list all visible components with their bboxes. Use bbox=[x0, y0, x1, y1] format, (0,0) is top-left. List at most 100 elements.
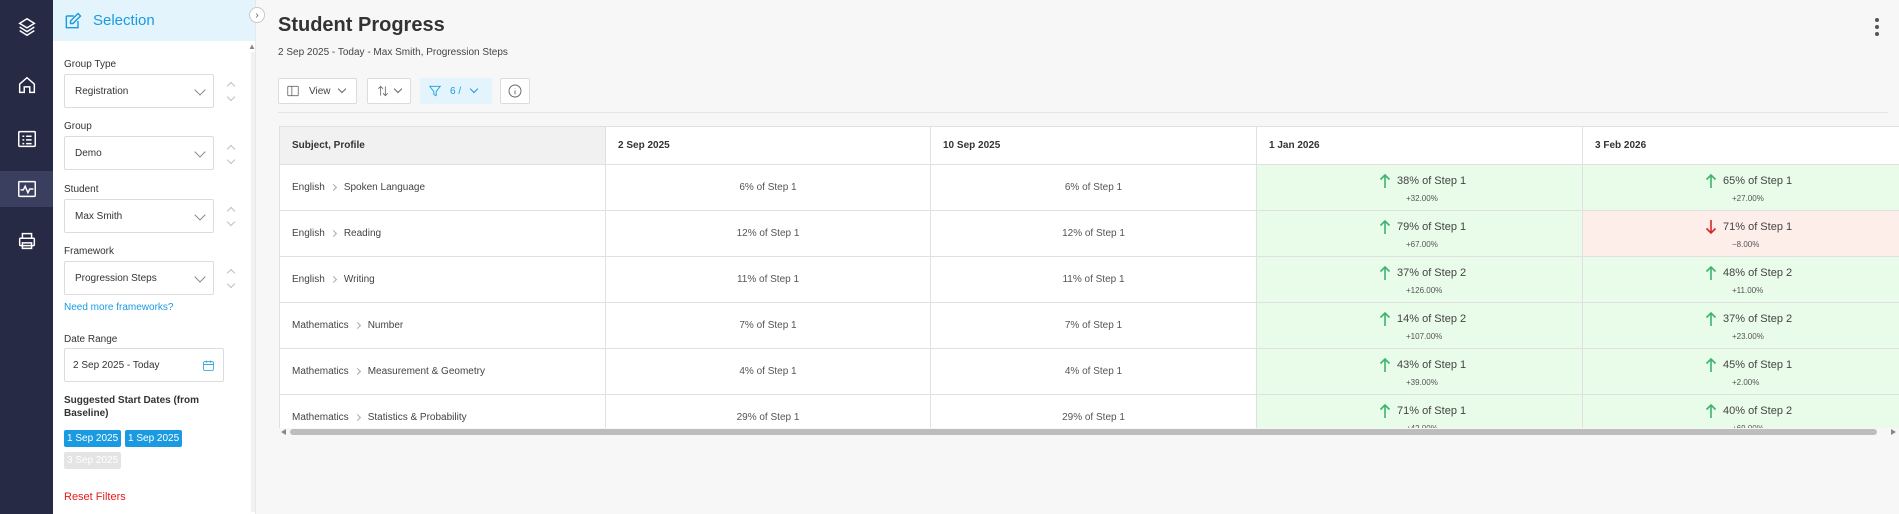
subject-name: English bbox=[292, 228, 325, 239]
progress-delta: +32.00% bbox=[1406, 194, 1438, 203]
horizontal-scrollbar[interactable] bbox=[290, 429, 1877, 435]
subject-cell: Mathematics Statistics & Probability bbox=[280, 395, 606, 428]
suggested-start-dates-label: Suggested Start Dates (from Baseline) bbox=[64, 395, 200, 419]
group-type-label: Group Type bbox=[64, 59, 117, 70]
progress-delta: +67.00% bbox=[1406, 240, 1438, 249]
progress-change-cell: 48% of Step 2 +11.00% bbox=[1583, 257, 1899, 303]
scroll-left-icon[interactable] bbox=[281, 429, 286, 435]
logo-icon[interactable] bbox=[0, 9, 53, 45]
profile-name: Statistics & Probability bbox=[367, 412, 467, 423]
panel-header: Selection bbox=[53, 0, 255, 41]
progress-value: 40% of Step 2 bbox=[1723, 405, 1793, 417]
suggested-date-chip[interactable]: 1 Sep 2025 bbox=[64, 430, 122, 447]
home-icon[interactable] bbox=[0, 67, 53, 103]
arrow-up-icon bbox=[1705, 311, 1717, 326]
printer-icon[interactable] bbox=[0, 223, 53, 259]
group-type-select[interactable]: Registration bbox=[64, 74, 214, 108]
page-subtitle: 2 Sep 2025 - Today - Max Smith, Progress… bbox=[278, 47, 508, 58]
chevron-right-icon bbox=[353, 367, 361, 376]
chevron-down-icon bbox=[393, 84, 403, 94]
date-range-value: 2 Sep 2025 - Today bbox=[73, 359, 160, 371]
progress-value: 38% of Step 1 bbox=[1397, 175, 1467, 187]
columns-icon bbox=[287, 85, 299, 97]
progress-cell: 11% of Step 1 bbox=[931, 257, 1257, 303]
scroll-right-icon[interactable] bbox=[1891, 429, 1896, 435]
progress-delta: +11.00% bbox=[1732, 286, 1764, 295]
framework-select[interactable]: Progression Steps bbox=[64, 261, 214, 295]
progress-delta: +69.00% bbox=[1732, 424, 1764, 428]
more-options-icon[interactable] bbox=[1874, 18, 1880, 38]
progress-cell: 11% of Step 1 bbox=[606, 257, 931, 303]
column-header[interactable]: 10 Sep 2025 bbox=[931, 127, 1257, 165]
progress-change-cell: 38% of Step 1 +32.00% bbox=[1257, 165, 1583, 211]
progress-value: 37% of Step 2 bbox=[1723, 313, 1793, 325]
date-range-label: Date Range bbox=[64, 334, 118, 345]
group-select[interactable]: Demo bbox=[64, 136, 214, 170]
column-header[interactable]: 2 Sep 2025 bbox=[606, 127, 931, 165]
progress-cell: 6% of Step 1 bbox=[931, 165, 1257, 211]
more-frameworks-link[interactable]: Need more frameworks? bbox=[64, 302, 173, 313]
view-button[interactable]: View bbox=[278, 78, 357, 104]
progress-value: 65% of Step 1 bbox=[1723, 175, 1793, 187]
progress-cell: 4% of Step 1 bbox=[606, 349, 931, 395]
arrow-up-icon bbox=[1379, 403, 1391, 418]
reset-filters-link[interactable]: Reset Filters bbox=[64, 491, 126, 503]
student-select[interactable]: Max Smith bbox=[64, 199, 214, 233]
progress-value: 14% of Step 2 bbox=[1397, 313, 1467, 325]
student-value: Max Smith bbox=[75, 210, 123, 222]
arrow-up-icon bbox=[1705, 357, 1717, 372]
progress-change-cell: 37% of Step 2 +126.00% bbox=[1257, 257, 1583, 303]
group-type-stepper[interactable] bbox=[225, 80, 237, 104]
progress-delta: +27.00% bbox=[1732, 194, 1764, 203]
student-stepper[interactable] bbox=[225, 205, 237, 229]
arrow-up-icon bbox=[1705, 173, 1717, 188]
info-icon bbox=[508, 84, 522, 98]
progress-cell: 29% of Step 1 bbox=[606, 395, 931, 428]
panel-scroll-up-icon[interactable]: ▲ bbox=[248, 42, 256, 51]
progress-change-cell: 37% of Step 2 +23.00% bbox=[1583, 303, 1899, 349]
progress-cell: 12% of Step 1 bbox=[606, 211, 931, 257]
progress-change-cell: 71% of Step 1 −8.00% bbox=[1583, 211, 1899, 257]
progress-value: 71% of Step 1 bbox=[1397, 405, 1467, 417]
progress-value: 37% of Step 2 bbox=[1397, 267, 1467, 279]
sort-button[interactable] bbox=[367, 78, 411, 104]
column-header[interactable]: Subject, Profile bbox=[280, 127, 606, 165]
profile-name: Writing bbox=[343, 274, 375, 285]
chevron-right-icon bbox=[329, 229, 337, 238]
arrow-up-icon bbox=[1379, 173, 1391, 188]
chevron-right-icon bbox=[329, 183, 337, 192]
view-button-label: View bbox=[309, 85, 331, 97]
date-range-input[interactable]: 2 Sep 2025 - Today bbox=[64, 348, 224, 382]
toolbar-divider bbox=[278, 112, 1888, 113]
checklist-icon[interactable] bbox=[0, 121, 53, 157]
progress-change-cell: 71% of Step 1 +42.00% bbox=[1257, 395, 1583, 428]
progress-table: Subject, Profile 2 Sep 2025 10 Sep 2025 … bbox=[279, 126, 1899, 428]
progress-delta: +107.00% bbox=[1406, 332, 1443, 341]
progress-change-cell: 43% of Step 1 +39.00% bbox=[1257, 349, 1583, 395]
info-button[interactable] bbox=[500, 78, 530, 104]
panel-scrollbar[interactable] bbox=[251, 52, 255, 512]
filter-button[interactable]: 6 / bbox=[420, 78, 492, 104]
progress-delta: +126.00% bbox=[1406, 286, 1443, 295]
panel-title: Selection bbox=[93, 12, 155, 29]
progress-change-cell: 40% of Step 2 +69.00% bbox=[1583, 395, 1899, 428]
column-header[interactable]: 3 Feb 2026 bbox=[1583, 127, 1899, 165]
activity-icon[interactable] bbox=[0, 171, 53, 207]
progress-delta: +42.00% bbox=[1406, 424, 1438, 428]
chevron-down-icon bbox=[337, 84, 346, 94]
subject-name: Mathematics bbox=[292, 412, 349, 423]
collapse-panel-button[interactable]: › bbox=[249, 7, 265, 23]
progress-delta: +2.00% bbox=[1732, 378, 1760, 387]
group-stepper[interactable] bbox=[225, 143, 237, 167]
progress-change-cell: 65% of Step 1 +27.00% bbox=[1583, 165, 1899, 211]
column-header[interactable]: 1 Jan 2026 bbox=[1257, 127, 1583, 165]
progress-value: 48% of Step 2 bbox=[1723, 267, 1793, 279]
progress-value: 45% of Step 1 bbox=[1723, 359, 1793, 371]
framework-label: Framework bbox=[64, 246, 115, 257]
chevron-down-icon bbox=[469, 84, 479, 94]
suggested-date-chip[interactable]: 1 Sep 2025 bbox=[125, 430, 183, 447]
framework-stepper[interactable] bbox=[225, 267, 237, 291]
progress-cell: 6% of Step 1 bbox=[606, 165, 931, 211]
arrow-down-icon bbox=[1705, 220, 1717, 235]
calendar-icon[interactable] bbox=[202, 359, 215, 372]
